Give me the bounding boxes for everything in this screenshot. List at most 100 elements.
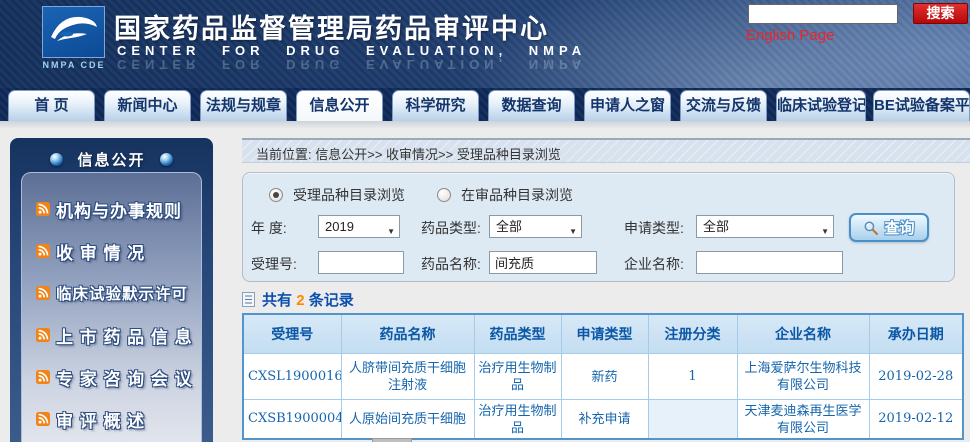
header-search-input[interactable] xyxy=(748,4,898,24)
company-input[interactable] xyxy=(696,251,843,274)
sidebar-item-label: 审 评 概 述 xyxy=(56,407,145,432)
radio-under-review-catalog[interactable] xyxy=(437,188,451,202)
col-header-apply-type: 申请类型 xyxy=(561,314,648,353)
rss-icon xyxy=(36,328,50,342)
nav-tab-communication-feedback[interactable]: 交流与反馈 xyxy=(680,90,767,121)
radio-under-review-catalog-label: 在审品种目录浏览 xyxy=(461,185,573,205)
header-search-button[interactable]: 搜索 xyxy=(913,3,968,24)
sphere-icon xyxy=(160,153,173,166)
record-count-line: 共有 2 条记录 xyxy=(242,289,354,310)
sidebar-item-review-overview[interactable]: 审 评 概 述 xyxy=(36,405,201,433)
sidebar-item-organization-rules[interactable]: 机构与办事规则 xyxy=(36,195,201,223)
rss-icon xyxy=(36,412,50,426)
nmpa-cde-logo-icon[interactable] xyxy=(42,6,105,58)
site-title-english-reflection: CENTER FOR DRUG EVALUATION, NMPA xyxy=(117,57,586,72)
sidebar-item-label: 收 审 情 况 xyxy=(56,239,145,264)
drug-type-label: 药品类型: xyxy=(421,218,481,238)
cell-apply-type: 新药 xyxy=(561,353,648,399)
radio-accepted-catalog[interactable] xyxy=(269,188,283,202)
sidebar-item-clinical-trial-implied-license[interactable]: 临床试验默示许可 xyxy=(36,279,201,307)
drug-name-label: 药品名称: xyxy=(421,254,481,274)
rss-icon xyxy=(36,286,50,300)
nav-tab-info-disclosure[interactable]: 信息公开 xyxy=(296,90,383,121)
sidebar-title-row: 信息公开 xyxy=(10,149,213,169)
sidebar-item-label: 专 家 咨 询 会 议 xyxy=(56,365,193,390)
sidebar-panel: 机构与办事规则 收 审 情 况 临床试验默示许可 上 市 药 品 信 息 xyxy=(21,172,202,442)
sidebar: 信息公开 机构与办事规则 收 审 情 况 临床试验默示许可 xyxy=(10,138,213,442)
cell-company: 天津麦迪森再生医学有限公司 xyxy=(737,399,869,439)
cell-accept-no: CXSL1900016 xyxy=(243,353,341,399)
cell-drug-type: 治疗用生物制品 xyxy=(474,353,561,399)
drug-name-input[interactable] xyxy=(489,251,597,274)
nav-tab-home[interactable]: 首 页 xyxy=(8,90,95,121)
cell-drug-name[interactable]: 人原始间充质干细胞 xyxy=(341,399,474,439)
list-icon xyxy=(242,292,255,307)
cell-registration-class: 1 xyxy=(648,353,737,399)
record-count-prefix: 共有 xyxy=(262,292,292,309)
cell-apply-type: 补充申请 xyxy=(561,399,648,439)
site-title-english: CENTER FOR DRUG EVALUATION, NMPA xyxy=(117,43,586,58)
filter-panel: 受理品种目录浏览 在审品种目录浏览 年 度: 2019 药品类型: 全部 申请类… xyxy=(242,172,955,282)
logo-caption: NMPA CDE xyxy=(38,60,110,70)
col-header-registration-class: 注册分类 xyxy=(648,314,737,353)
nav-tab-regulations[interactable]: 法规与规章 xyxy=(200,90,287,121)
breadcrumb: 当前位置: 信息公开>> 收审情况>> 受理品种目录浏览 xyxy=(256,144,561,163)
col-header-company: 企业名称 xyxy=(737,314,869,353)
nav-tab-data-query[interactable]: 数据查询 xyxy=(488,90,575,121)
year-label: 年 度: xyxy=(251,218,287,238)
accept-no-label: 受理号: xyxy=(251,254,297,274)
nav-shadow-strip xyxy=(0,121,970,129)
rss-icon xyxy=(36,370,50,384)
english-page-link[interactable]: English Page xyxy=(746,27,834,44)
apply-type-label: 申请类型: xyxy=(624,218,684,238)
nav-tab-applicant-window[interactable]: 申请人之窗 xyxy=(584,90,671,121)
breadcrumb-bar: 当前位置: 信息公开>> 收审情况>> 受理品种目录浏览 xyxy=(242,138,970,163)
nav-tab-news[interactable]: 新闻中心 xyxy=(104,90,191,121)
nav-tab-be-trial-platform[interactable]: BE试验备案平台 xyxy=(873,90,970,121)
sidebar-item-label: 上 市 药 品 信 息 xyxy=(56,323,193,348)
apply-type-select[interactable]: 全部 xyxy=(696,215,834,238)
nav-tab-science-research[interactable]: 科学研究 xyxy=(392,90,479,121)
catalog-radio-group: 受理品种目录浏览 在审品种目录浏览 xyxy=(269,185,595,205)
query-button-label: 查询 xyxy=(884,217,914,238)
sidebar-title: 信息公开 xyxy=(77,149,145,170)
cell-drug-name[interactable]: 人脐带间充质干细胞注射液 xyxy=(341,353,474,399)
rss-icon xyxy=(36,244,50,258)
table-header-row: 受理号 药品名称 药品类型 申请类型 注册分类 企业名称 承办日期 xyxy=(243,314,963,353)
record-count-value: 2 xyxy=(296,292,304,309)
col-header-handle-date: 承办日期 xyxy=(869,314,963,353)
sidebar-item-marketed-drug-info[interactable]: 上 市 药 品 信 息 xyxy=(36,321,201,349)
col-header-accept-no: 受理号 xyxy=(243,314,341,353)
magnifier-icon xyxy=(863,220,879,236)
query-button[interactable]: 查询 xyxy=(849,213,929,242)
sidebar-item-label: 机构与办事规则 xyxy=(56,197,182,222)
year-select[interactable]: 2019 xyxy=(318,215,400,238)
nav-tab-clinical-trial-registration[interactable]: 临床试验登记 xyxy=(776,90,866,121)
sidebar-item-expert-advisory-meeting[interactable]: 专 家 咨 询 会 议 xyxy=(36,363,201,391)
table-row: CXSB1900004 人原始间充质干细胞 治疗用生物制品 补充申请 天津麦迪森… xyxy=(243,399,963,439)
cell-accept-no: CXSB1900004 xyxy=(243,399,341,439)
site-title-chinese: 国家药品监督管理局药品审评中心 xyxy=(114,7,549,46)
sphere-icon xyxy=(50,153,63,166)
cell-company: 上海爱萨尔生物科技有限公司 xyxy=(737,353,869,399)
col-header-drug-type: 药品类型 xyxy=(474,314,561,353)
table-row: CXSL1900016 人脐带间充质干细胞注射液 治疗用生物制品 新药 1 上海… xyxy=(243,353,963,399)
sidebar-item-acceptance-status[interactable]: 收 审 情 况 xyxy=(36,237,201,265)
sidebar-item-label: 临床试验默示许可 xyxy=(56,282,188,304)
col-header-drug-name: 药品名称 xyxy=(341,314,474,353)
company-label: 企业名称: xyxy=(624,254,684,274)
cell-drug-type: 治疗用生物制品 xyxy=(474,399,561,439)
radio-accepted-catalog-label: 受理品种目录浏览 xyxy=(293,185,405,205)
pagination-control-partial[interactable] xyxy=(372,438,412,442)
cell-handle-date: 2019-02-12 xyxy=(869,399,963,439)
drug-type-select[interactable]: 全部 xyxy=(489,215,582,238)
accept-no-input[interactable] xyxy=(318,251,404,274)
cde-swoosh-icon xyxy=(43,7,104,57)
cell-handle-date: 2019-02-28 xyxy=(869,353,963,399)
record-count-suffix: 条记录 xyxy=(309,292,354,309)
page: NMPA CDE 国家药品监督管理局药品审评中心 CENTER FOR DRUG… xyxy=(0,0,970,442)
cell-registration-class xyxy=(648,399,737,439)
main-nav: 首 页 新闻中心 法规与规章 信息公开 科学研究 数据查询 申请人之窗 交流与反… xyxy=(0,88,970,121)
results-table: 受理号 药品名称 药品类型 申请类型 注册分类 企业名称 承办日期 CXSL19… xyxy=(242,313,964,440)
rss-icon xyxy=(36,202,50,216)
